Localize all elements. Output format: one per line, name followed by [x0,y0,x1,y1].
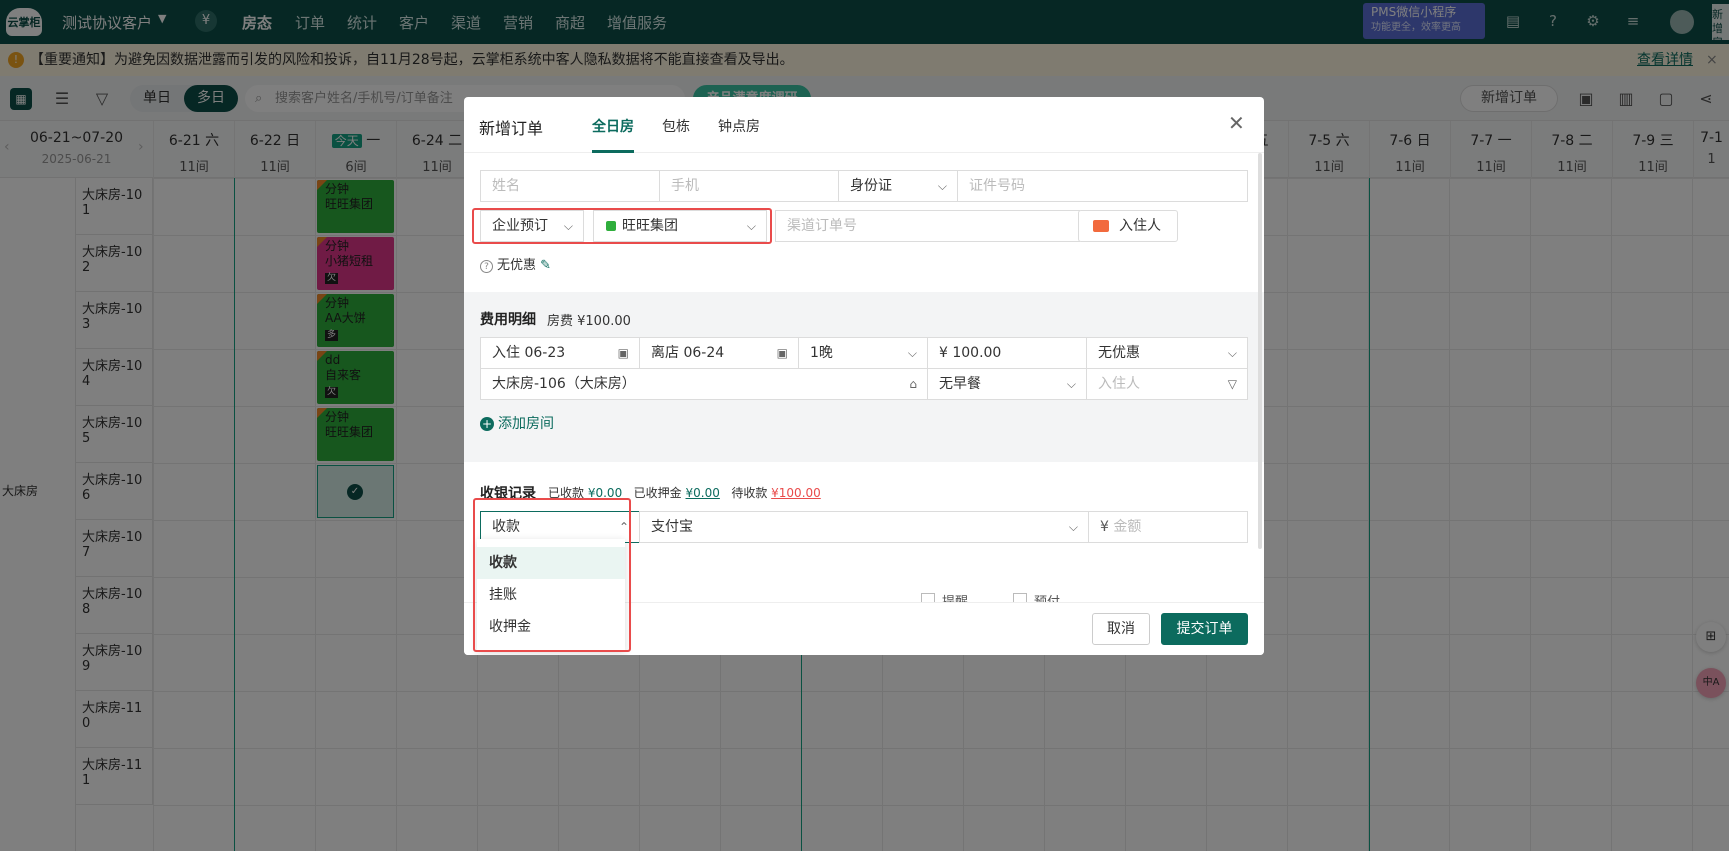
amount-input[interactable]: ¥ 金额 [1088,511,1248,543]
tab-hourly[interactable]: 钟点房 [718,116,760,136]
nights-select[interactable]: 1晚 ⌵ [798,337,928,369]
home-icon: ⌂ [909,377,917,391]
highlight-box [473,498,631,652]
cancel-button[interactable]: 取消 [1092,613,1150,645]
modal-header: 新增订单 全日房 包栋 钟点房 ✕ [464,97,1264,153]
id-number-input[interactable]: 证件号码 [957,170,1248,202]
tab-full-day[interactable]: 全日房 [592,116,634,136]
checkout-date[interactable]: 离店 06-24 ▣ [639,337,799,369]
plus-icon: + [480,417,494,431]
checkin-date[interactable]: 入住 06-23 ▣ [480,337,640,369]
chevron-down-icon: ⌵ [1227,346,1237,360]
submit-order-button[interactable]: 提交订单 [1161,613,1248,645]
close-icon[interactable]: ✕ [1228,111,1245,135]
modal-title: 新增订单 [479,119,544,138]
new-order-modal: 新增订单 全日房 包栋 钟点房 ✕ 姓名 手机 身份证 ⌵ 证件号码 企业预订 ⌵ … [464,97,1264,655]
name-input[interactable]: 姓名 [480,170,660,202]
modal-scrollbar[interactable] [1258,153,1262,549]
calendar-icon: ▣ [776,346,788,360]
currency-symbol: ¥ [1100,519,1114,535]
channel-order-input[interactable]: 渠道订单号 [775,210,1080,242]
chevron-down-icon: ⌵ [1066,377,1076,391]
highlight-box [472,208,772,244]
calendar-icon: ▣ [617,346,629,360]
discount-info[interactable]: ? 无优惠 ✎ [480,254,551,273]
question-icon: ? [480,260,493,273]
guest-button[interactable]: 入住人 [1078,210,1178,242]
price-input[interactable]: ¥ 100.00 [927,337,1087,369]
fee-discount-select[interactable]: 无优惠 ⌵ [1086,337,1248,369]
edit-icon: ✎ [540,258,552,273]
fee-label: 费用明细 [480,312,536,328]
breakfast-select[interactable]: 无早餐 ⌵ [927,368,1087,400]
chevron-down-icon: ⌵ [937,179,947,193]
chevron-down-icon: ⌵ [907,346,917,360]
id-type-select[interactable]: 身份证 ⌵ [838,170,958,202]
tab-whole-building[interactable]: 包栋 [662,116,690,136]
filter-icon: ▽ [1227,377,1237,391]
phone-input[interactable]: 手机 [659,170,839,202]
room-select[interactable]: 大床房-106（大床房） ⌂ [480,368,928,400]
chevron-down-icon: ⌵ [1068,520,1078,534]
add-room-button[interactable]: + 添加房间 [480,413,554,433]
id-card-icon [1093,220,1109,232]
fee-room: 房费 ¥100.00 [547,314,631,329]
guest-input[interactable]: 入住人 ▽ [1086,368,1248,400]
pay-method-select[interactable]: 支付宝 ⌵ [639,511,1089,543]
tab-underline [592,150,634,153]
